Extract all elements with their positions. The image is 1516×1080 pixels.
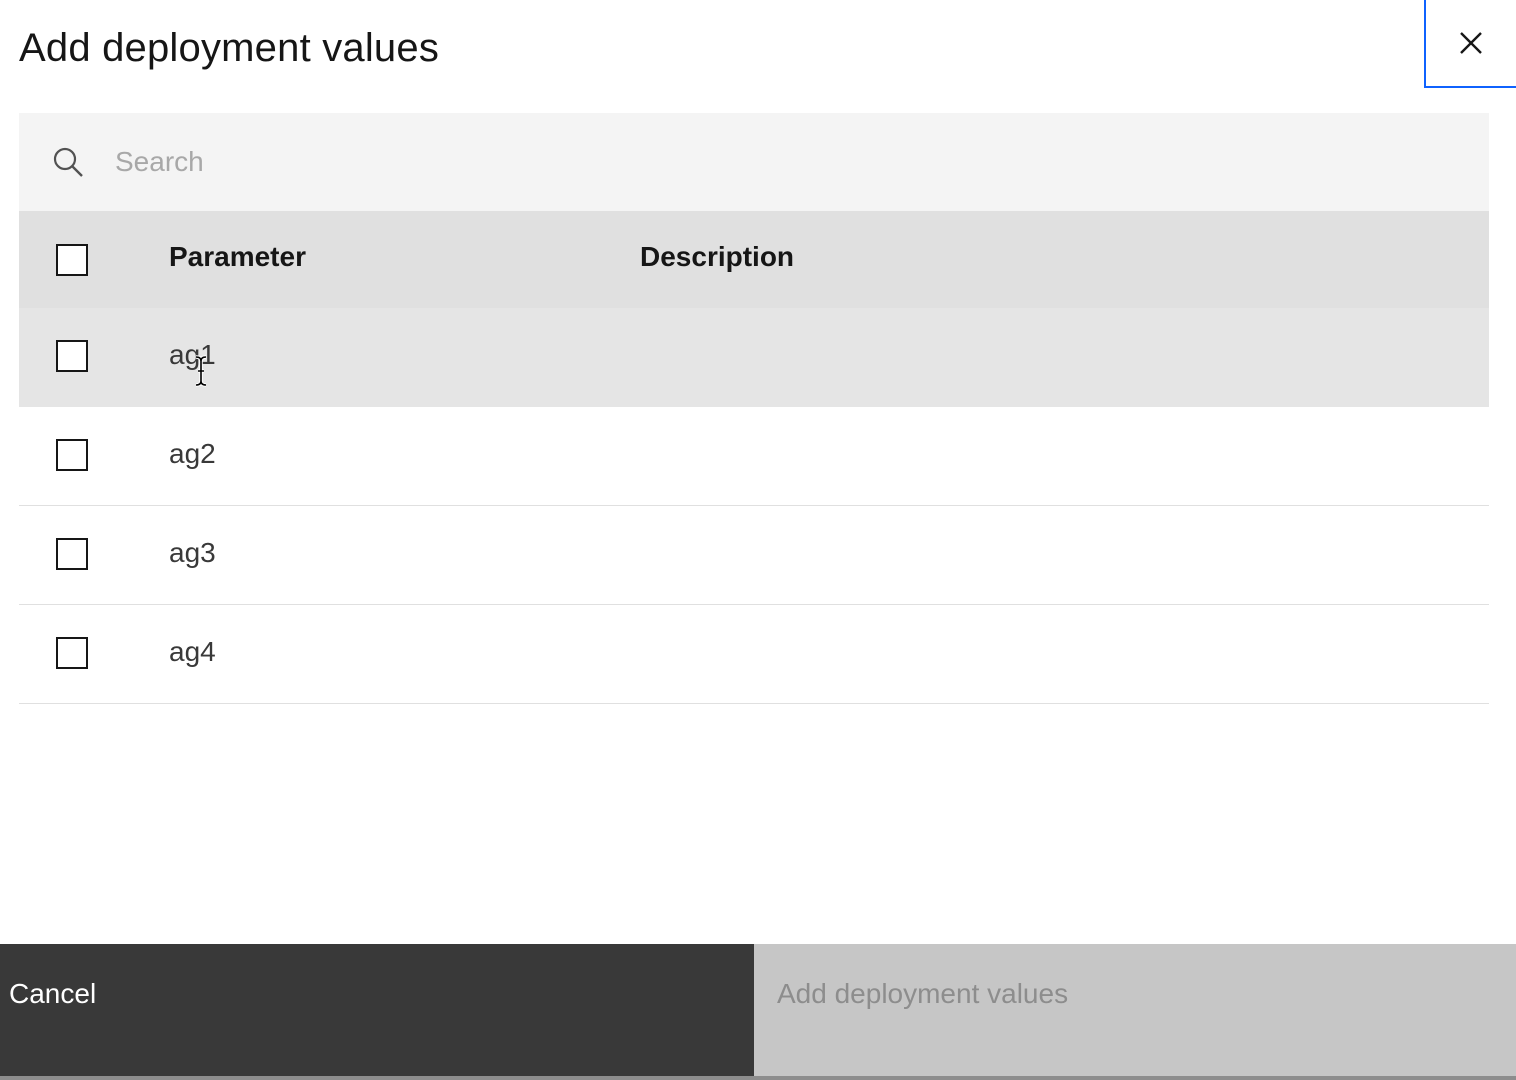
modal-title: Add deployment values <box>19 26 440 70</box>
parameters-table: Parameter Description ag1 ag2 ag3 ag4 <box>19 211 1489 704</box>
table-row[interactable]: ag1 <box>19 308 1489 407</box>
search-input[interactable] <box>115 137 1455 187</box>
parameter-cell: ag1 <box>169 339 216 370</box>
row-checkbox[interactable] <box>56 340 88 372</box>
column-header-parameter[interactable]: Parameter <box>169 241 306 273</box>
column-header-description[interactable]: Description <box>640 241 794 273</box>
parameter-cell: ag3 <box>169 537 216 568</box>
modal-footer: Cancel Add deployment values <box>0 944 1516 1080</box>
search-icon <box>53 147 83 177</box>
table-row[interactable]: ag4 <box>19 605 1489 704</box>
search-bar <box>19 113 1489 211</box>
footer-divider <box>0 1076 1516 1080</box>
select-all-checkbox[interactable] <box>56 244 88 276</box>
row-checkbox[interactable] <box>56 439 88 471</box>
parameter-cell: ag4 <box>169 636 216 667</box>
row-checkbox[interactable] <box>56 538 88 570</box>
add-deployment-values-modal: Add deployment values Parameter Descript… <box>0 0 1516 1080</box>
cancel-button[interactable]: Cancel <box>0 944 754 1076</box>
close-button[interactable] <box>1424 0 1516 88</box>
modal-header: Add deployment values <box>0 0 1516 100</box>
table-row[interactable]: ag3 <box>19 506 1489 605</box>
parameter-cell: ag2 <box>169 438 216 469</box>
row-checkbox[interactable] <box>56 637 88 669</box>
close-icon <box>1460 32 1482 54</box>
add-deployment-values-button[interactable]: Add deployment values <box>754 944 1516 1076</box>
table-row[interactable]: ag2 <box>19 407 1489 506</box>
table-header: Parameter Description <box>19 211 1489 308</box>
